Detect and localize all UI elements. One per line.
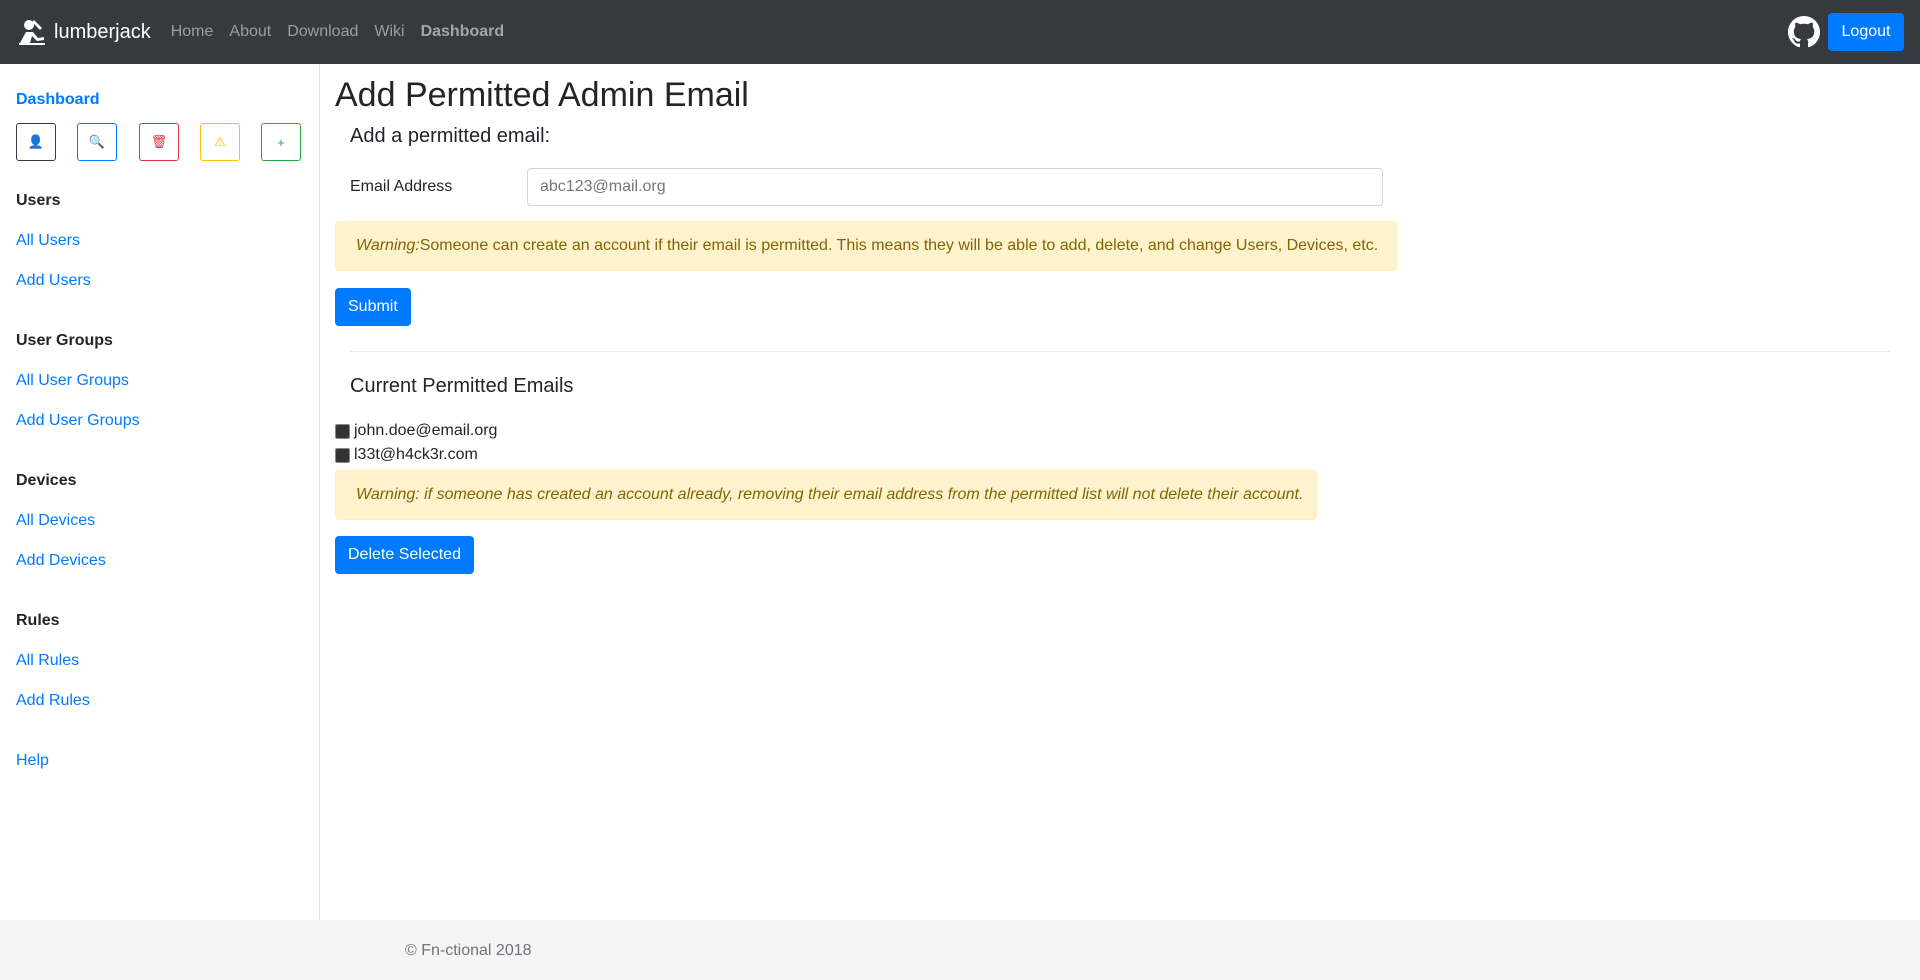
email-label: l33t@h4ck3r.com [354,446,478,463]
delete-selected-button[interactable]: Delete Selected [335,536,474,574]
lumberjack-logo-icon [19,20,45,45]
add-section-title: Add a permitted email: [350,125,551,147]
user-icon: 👤 [27,134,45,149]
nav-links: Home About Download Wiki Dashboard [163,23,512,41]
github-icon[interactable] [1788,16,1820,48]
logout-button[interactable]: Logout [1828,13,1904,51]
plus-icon: + [277,134,285,150]
warning-prefix: Warning: [356,237,420,254]
current-section-title: Current Permitted Emails [350,375,574,397]
section-divider [350,351,1890,352]
warning-text: Someone can create an account if their e… [419,237,1379,254]
nav-link-wiki[interactable]: Wiki [366,23,412,41]
sidebar-item-all-rules[interactable]: All Rules [16,652,79,670]
warning-alert-permission: Warning: Someone can create an account i… [335,221,1397,271]
footer-copyright: © Fn-ctional 2018 [405,942,532,959]
list-item: john.doe@email.org [335,422,497,440]
sidebar-item-add-users[interactable]: Add Users [16,272,91,290]
email-checkbox[interactable] [335,423,350,439]
email-label: Email Address [350,178,453,195]
sidebar-heading-devices: Devices [16,472,77,489]
quick-warning-button[interactable]: ⚠ [200,123,240,161]
quick-add-button[interactable]: + [261,123,301,161]
warning-text: Warning: if someone has created an accou… [356,486,1304,503]
sidebar-item-add-user-groups[interactable]: Add User Groups [16,412,140,430]
search-icon: 🔍 [88,134,106,149]
quick-users-button[interactable]: 👤 [16,123,56,161]
sidebar-item-help[interactable]: Help [16,752,49,770]
sidebar-heading-user-groups: User Groups [16,332,113,349]
quick-search-button[interactable]: 🔍 [77,123,117,161]
footer: © Fn-ctional 2018 [0,920,1920,980]
nav-right: Logout [1788,13,1904,51]
submit-button[interactable]: Submit [335,288,411,326]
email-input[interactable] [527,168,1383,206]
sidebar-heading-rules: Rules [16,612,60,629]
email-checkbox[interactable] [335,447,350,463]
brand-link[interactable]: lumberjack [16,16,151,48]
email-label: john.doe@email.org [354,422,498,439]
nav-link-dashboard[interactable]: Dashboard [413,23,513,41]
sidebar-item-all-users[interactable]: All Users [16,232,80,250]
sidebar-item-all-devices[interactable]: All Devices [16,512,95,530]
sidebar-item-add-devices[interactable]: Add Devices [16,552,106,570]
sidebar-dashboard-link[interactable]: Dashboard [16,91,100,109]
page-title: Add Permitted Admin Email [335,76,749,114]
brand-name: lumberjack [54,20,151,43]
quick-delete-button[interactable]: 🗑 [139,123,179,161]
list-item: l33t@h4ck3r.com [335,446,478,464]
nav-link-home[interactable]: Home [163,23,222,41]
nav-link-download[interactable]: Download [279,23,366,41]
warning-alert-removal: Warning: if someone has created an accou… [335,470,1317,520]
sidebar: Dashboard 👤 🔍 🗑 ⚠ + Users All Users Add … [0,64,320,920]
trash-icon: 🗑 [150,134,168,149]
sidebar-heading-users: Users [16,192,61,209]
top-navbar: lumberjack Home About Download Wiki Dash… [0,0,1920,64]
nav-link-about[interactable]: About [221,23,279,41]
sidebar-item-add-rules[interactable]: Add Rules [16,692,90,710]
warning-icon: ⚠ [214,134,226,149]
sidebar-item-all-user-groups[interactable]: All User Groups [16,372,129,390]
